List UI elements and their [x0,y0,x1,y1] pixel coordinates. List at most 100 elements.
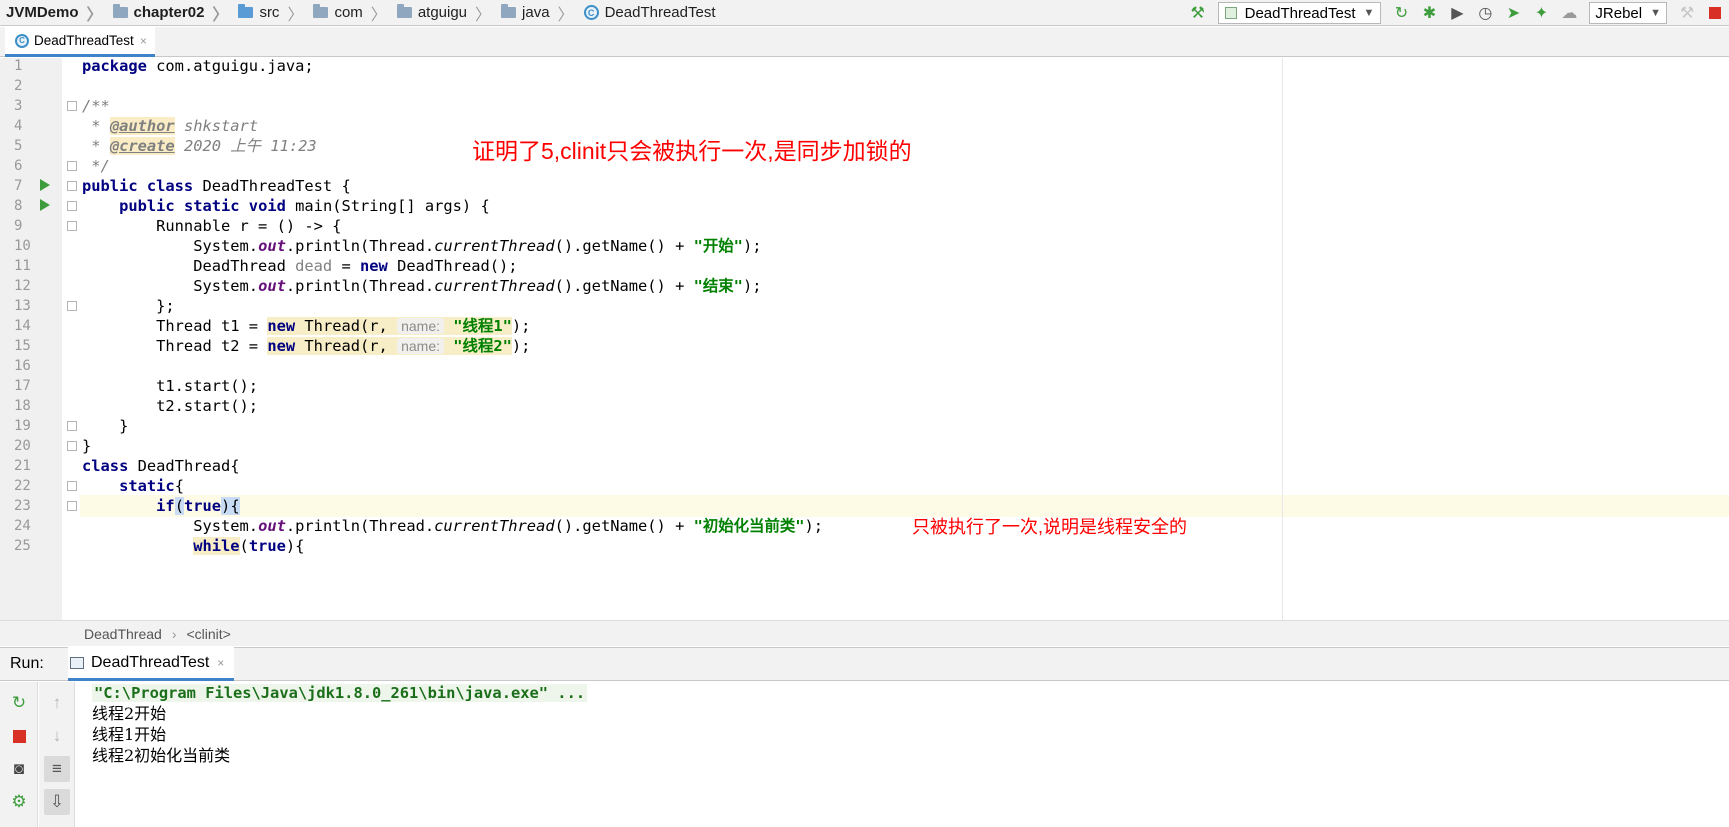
run-gutter-icon[interactable] [40,199,50,211]
fold-marker-icon[interactable] [67,501,77,511]
string-literal: "线程1" [453,317,512,335]
code-text: ( [239,537,249,555]
code-text: DeadThread [82,257,296,275]
jrebel-debug-icon[interactable]: ✦ [1527,0,1555,26]
code-line-15: Thread t2 = new Thread(r, name: "线程2"); [82,335,530,357]
string-literal: "初始化当前类" [693,517,805,535]
soft-wrap-icon[interactable]: ≡ [44,756,70,782]
settings-gear-icon[interactable]: ⚙ [6,789,32,815]
editor-breadcrumb: DeadThread › <clinit> [0,620,1729,646]
fold-marker-icon[interactable] [67,201,77,211]
static-method: currentThread [434,237,555,255]
breadcrumb-com[interactable]: com 〉 [307,0,390,26]
chevron-down-icon: ▼ [1363,7,1375,19]
breadcrumb-module[interactable]: chapter02 〉 [107,0,233,26]
run-gutter-icon[interactable] [40,179,50,191]
tab-deadthreadtest[interactable]: C DeadThreadTest × [5,27,155,57]
keyword: public class [82,177,194,195]
stop-icon[interactable] [6,723,32,749]
code-text: DeadThread(); [387,257,518,275]
annotation-note-inline: 只被执行了一次,说明是线程安全的 [912,517,1187,537]
navigation-bar: JVMDemo 〉 chapter02 〉 src 〉 com 〉 atguigu 〉 j… [0,0,1729,26]
comment-text: 2020 上午 11:23 [174,137,317,155]
chevron-down-icon: ▼ [1650,7,1661,19]
fold-marker-icon[interactable] [67,161,77,171]
jrebel-run-icon[interactable]: ➤ [1499,0,1527,26]
debug-icon[interactable]: ✱ [1415,0,1443,26]
fold-marker-icon[interactable] [67,181,77,191]
chevron-right-icon: 〉 [287,6,304,24]
run-tab-deadthreadtest[interactable]: DeadThreadTest × [68,647,235,681]
arrow-up-icon[interactable]: ↑ [44,690,70,716]
attach-icon[interactable]: ☁ [1555,0,1583,26]
code-text: { [174,477,184,495]
line-number: 13 [14,298,31,314]
rerun-icon[interactable]: ↻ [1387,0,1415,26]
line-number: 8 [14,198,23,214]
breadcrumb-class[interactable]: C DeadThreadTest [578,0,720,26]
fold-marker-icon[interactable] [67,481,77,491]
breadcrumb-label: src [259,4,280,21]
arrow-down-icon[interactable]: ↓ [44,723,70,749]
console-line: 线程2初始化当前类 [92,746,231,765]
code-line-25: while(true){ [82,535,304,557]
rerun-icon[interactable]: ↻ [6,690,32,716]
code-text: .println(Thread. [285,277,435,295]
code-text: com.atguigu.java; [146,58,314,75]
code-text: main(String[] args) { [285,197,490,215]
matched-brace: ( [174,497,184,515]
chevron-right-icon: › [171,625,177,642]
breadcrumb-project[interactable]: JVMDemo 〉 [0,0,107,26]
breadcrumb-class-item[interactable]: DeadThread [84,626,162,642]
line-number: 14 [14,318,31,334]
code-line-13: }; [82,297,175,315]
close-icon[interactable]: × [140,34,147,48]
stop-icon[interactable] [1701,0,1729,26]
keyword: new [360,257,388,275]
line-number: 19 [14,418,31,434]
keyword: while [193,537,240,555]
code-line-9: Runnable r = () -> { [82,217,342,235]
code-line-23: if(true){ [82,495,240,517]
fold-marker-icon[interactable] [67,221,77,231]
breadcrumb-src[interactable]: src 〉 [232,0,307,26]
fold-marker-icon[interactable] [67,441,77,451]
fold-marker-icon[interactable] [67,101,77,111]
code-editor[interactable]: 1 2 3 4 5 6 7 8 9 10 11 12 13 14 15 16 1… [0,58,1729,620]
line-number: 22 [14,478,31,494]
jrebel-select[interactable]: JRebel ▼ [1589,2,1667,24]
run-configuration-select[interactable]: DeadThreadTest ▼ [1217,2,1382,24]
line-number: 6 [14,158,23,174]
chevron-right-icon: 〉 [475,6,492,24]
build-hammer-icon[interactable]: ⚒ [1184,0,1212,26]
fold-marker-icon[interactable] [67,421,77,431]
fold-marker-icon[interactable] [67,301,77,311]
breadcrumb-method-item[interactable]: <clinit> [187,626,231,642]
run-config-label: DeadThreadTest [1244,4,1356,22]
keyword: public static void [119,197,286,215]
line-number: 23 [14,498,31,514]
console-output[interactable]: "C:\Program Files\Java\jdk1.8.0_261\bin\… [76,682,1729,827]
run-tab-label: DeadThreadTest [91,653,210,671]
breadcrumb-atguigu[interactable]: atguigu 〉 [391,0,495,26]
code-text: .println(Thread. [285,237,435,255]
close-icon[interactable]: × [217,656,224,670]
breadcrumb-java[interactable]: java 〉 [495,0,578,26]
console-line: "C:\Program Files\Java\jdk1.8.0_261\bin\… [92,683,588,703]
line-number: 17 [14,378,31,394]
java-class-icon: C [15,33,29,48]
console-command[interactable]: "C:\Program Files\Java\jdk1.8.0_261\bin\… [92,684,588,702]
keyword: true [183,497,222,515]
line-number: 7 [14,178,23,194]
tab-label: DeadThreadTest [34,33,134,48]
code-line-21: class DeadThread{ [82,455,240,477]
scroll-to-end-icon[interactable]: ⇩ [44,789,70,815]
profile-icon[interactable]: ◷ [1471,0,1499,26]
breadcrumb-label: JVMDemo [6,4,79,21]
code-line-10: System.out.println(Thread.currentThread(… [82,235,761,257]
hammer-disabled-icon[interactable]: ⚒ [1673,0,1701,26]
static-method: currentThread [434,517,555,535]
coverage-icon[interactable]: ▶ [1443,0,1471,26]
camera-icon[interactable]: ◙ [6,756,32,782]
